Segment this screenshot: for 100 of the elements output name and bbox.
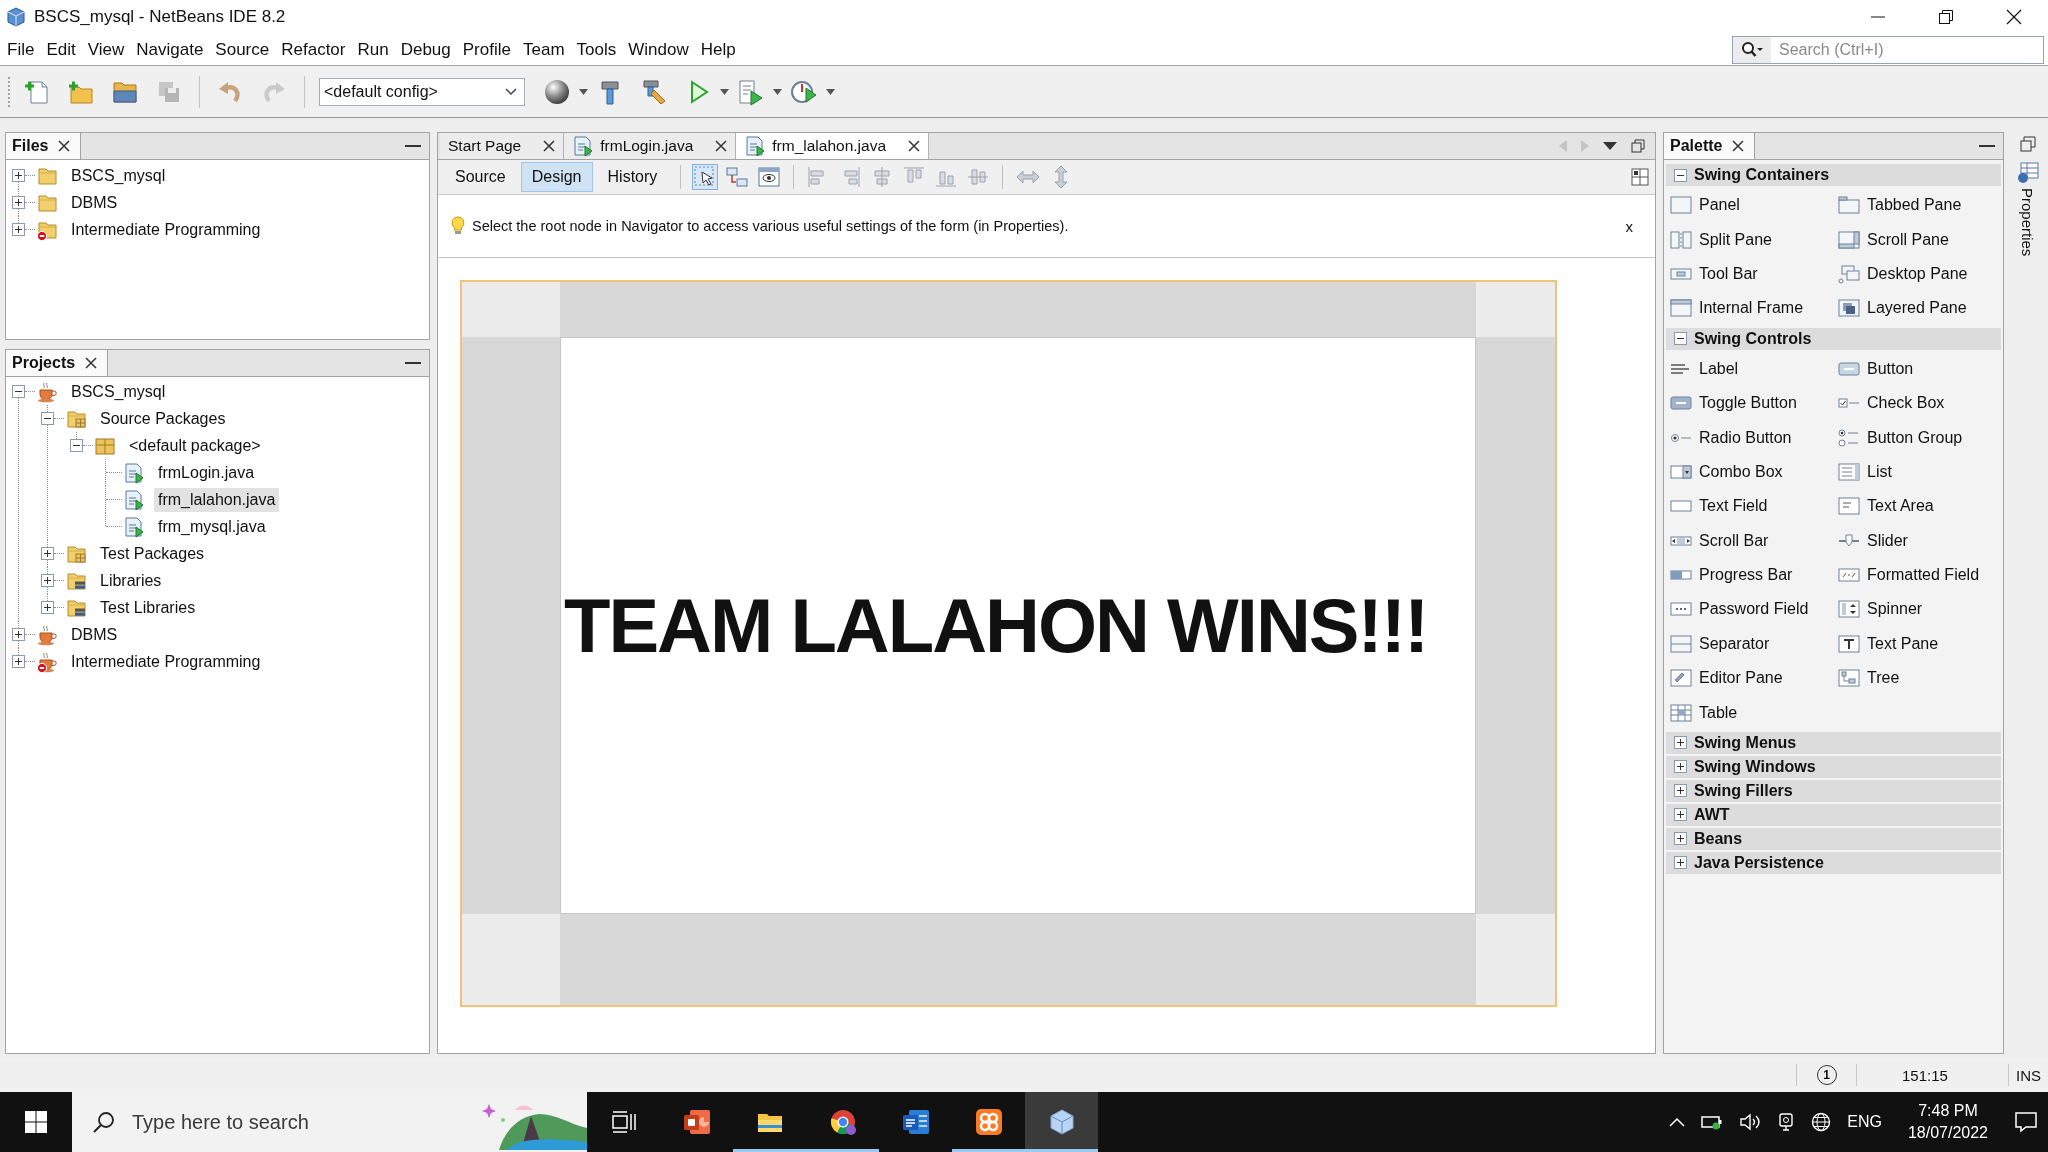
menu-item[interactable]: File	[1, 37, 41, 62]
palette-category[interactable]: Beans	[1666, 827, 2001, 850]
collapse-icon[interactable]	[12, 385, 25, 398]
expand-icon[interactable]	[1674, 736, 1687, 750]
palette-category[interactable]: Swing Menus	[1666, 731, 2001, 754]
clock-date[interactable]: 18/07/2022	[1907, 1124, 1988, 1142]
project-node[interactable]: Test Packages	[96, 541, 209, 566]
editor-tab[interactable]: frm_lalahon.java	[736, 133, 930, 159]
close-icon[interactable]	[85, 357, 98, 369]
component-item[interactable]: Scroll Bar	[1666, 523, 1834, 558]
component-item[interactable]: Slider	[1834, 523, 2002, 558]
minimize-icon[interactable]	[405, 361, 421, 365]
preview-eye-icon[interactable]	[757, 165, 782, 189]
document-run-icon[interactable]	[737, 77, 765, 106]
project-node[interactable]: BSCS_mysql	[67, 379, 170, 404]
component-item[interactable]: Text Area	[1834, 489, 2002, 524]
component-item[interactable]: Internal Frame	[1666, 291, 1834, 326]
collapse-icon[interactable]	[1674, 332, 1687, 346]
expand-icon[interactable]	[1674, 856, 1687, 870]
component-item[interactable]: Formatted Field	[1834, 557, 2002, 593]
component-item[interactable]: Tree	[1834, 661, 2002, 696]
component-item[interactable]: Tabbed Pane	[1834, 188, 2002, 223]
component-item[interactable]: Toggle Button	[1666, 385, 1834, 421]
expand-icon[interactable]	[1674, 784, 1687, 798]
close-icon[interactable]	[908, 140, 921, 152]
menu-item[interactable]: Source	[209, 37, 276, 62]
project-node[interactable]: frmLogin.java	[154, 460, 259, 485]
component-item[interactable]: Button Group	[1834, 420, 2002, 455]
menu-item[interactable]: Edit	[40, 37, 82, 62]
project-node[interactable]: Libraries	[96, 568, 166, 593]
expand-icon[interactable]	[12, 655, 25, 668]
component-item[interactable]: Separator	[1666, 626, 1834, 662]
files-tab[interactable]: Files	[6, 133, 82, 159]
close-icon[interactable]	[58, 140, 71, 152]
expand-icon[interactable]	[41, 574, 54, 587]
project-node[interactable]: frm_lalahon.java	[154, 487, 280, 512]
properties-tab[interactable]: Properties	[2016, 162, 2039, 257]
close-icon[interactable]	[715, 140, 728, 152]
globe-icon[interactable]	[1811, 1112, 1832, 1132]
palette-category[interactable]: AWT	[1666, 803, 2001, 826]
component-item[interactable]: Editor Pane	[1666, 661, 1834, 696]
cursor-selection-icon[interactable]	[693, 165, 718, 189]
menu-item[interactable]: Tools	[570, 37, 623, 62]
palette-category[interactable]: Swing Windows	[1666, 755, 2001, 778]
taskbar-search-input[interactable]: Type here to search	[132, 1107, 453, 1137]
component-item[interactable]: Password Field	[1666, 592, 1834, 627]
expand-icon[interactable]	[12, 169, 25, 182]
menu-item[interactable]: Navigate	[130, 37, 210, 62]
expand-icon[interactable]	[1674, 832, 1687, 846]
restore-window-icon[interactable]	[1938, 9, 1954, 25]
menu-item[interactable]: Profile	[456, 37, 517, 62]
component-item[interactable]: List	[1834, 454, 2002, 490]
close-icon[interactable]	[543, 140, 556, 152]
menu-item[interactable]: Help	[694, 37, 742, 62]
project-node[interactable]: frm_mysql.java	[154, 514, 270, 539]
collapse-icon[interactable]	[70, 439, 83, 452]
component-item[interactable]: Button	[1834, 351, 2002, 386]
file-node[interactable]: Intermediate Programming	[67, 217, 265, 242]
palette-tab[interactable]: Palette	[1664, 133, 1756, 159]
component-item[interactable]: Table	[1666, 695, 1834, 730]
component-item[interactable]: Panel	[1666, 188, 1834, 223]
chevron-up-icon[interactable]	[1669, 1117, 1686, 1127]
component-item[interactable]: Spinner	[1834, 592, 2002, 627]
minimize-icon[interactable]	[405, 144, 421, 148]
sphere-icon[interactable]	[543, 77, 571, 106]
form-label[interactable]: TEAM LALAHON WINS!!!	[564, 582, 1428, 669]
collapse-icon[interactable]	[1674, 168, 1687, 182]
component-item[interactable]: Desktop Pane	[1834, 256, 2002, 292]
component-item[interactable]: Text Pane	[1834, 626, 2002, 662]
search-options-button[interactable]	[1733, 36, 1771, 63]
task-view-icon[interactable]	[611, 1111, 636, 1133]
window-restore-icon[interactable]	[1631, 139, 1645, 153]
expand-icon[interactable]	[12, 196, 25, 209]
search-icon[interactable]	[1740, 40, 1764, 59]
close-icon[interactable]	[2006, 9, 2022, 25]
component-item[interactable]: Progress Bar	[1666, 557, 1834, 593]
component-item[interactable]: Radio Button	[1666, 420, 1834, 455]
windows-start-icon[interactable]	[25, 1111, 47, 1133]
input-language[interactable]: ENG	[1847, 1113, 1882, 1131]
caret-icon[interactable]	[773, 88, 782, 95]
editor-tab[interactable]: frmLogin.java	[564, 133, 737, 159]
expand-icon[interactable]	[1674, 808, 1687, 822]
menu-item[interactable]: Window	[622, 37, 695, 62]
menu-item[interactable]: Team	[516, 37, 571, 62]
file-node[interactable]: DBMS	[67, 190, 122, 215]
expand-icon[interactable]	[1674, 760, 1687, 774]
view-tab[interactable]: History	[596, 162, 669, 192]
project-node[interactable]: DBMS	[67, 622, 122, 647]
expand-icon[interactable]	[12, 223, 25, 236]
dismiss-hint-link[interactable]: x	[1625, 217, 1633, 235]
hammer-broom-icon[interactable]	[640, 77, 668, 106]
notification-bubble-icon[interactable]	[2014, 1111, 2038, 1133]
collapse-icon[interactable]	[41, 412, 54, 425]
menu-item[interactable]: Run	[351, 37, 395, 62]
view-tab[interactable]: Design	[520, 162, 593, 192]
caret-icon[interactable]	[826, 88, 835, 95]
palette-category[interactable]: Java Persistence	[1666, 851, 2001, 874]
component-item[interactable]: Check Box	[1834, 385, 2002, 421]
projects-tab[interactable]: Projects	[6, 350, 109, 376]
clock-time[interactable]: 7:48 PM	[1918, 1102, 1978, 1120]
